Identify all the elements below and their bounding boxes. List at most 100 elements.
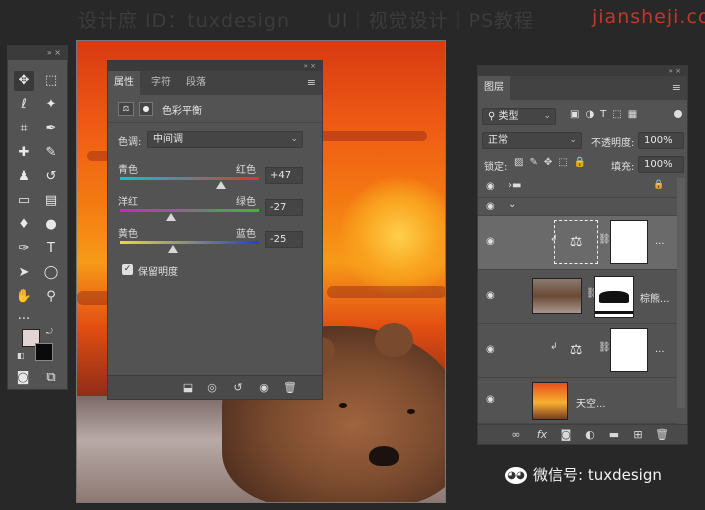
slider-magenta-label: 洋红 [118,197,138,208]
sky-thumbnail[interactable] [532,382,568,420]
layer-group-expanded-row[interactable]: ◉ ⌄ [478,198,677,216]
new-layer-icon[interactable]: ⊞ [630,427,646,443]
blend-mode-select[interactable]: 正常 ⌄ [482,132,582,149]
path-select-icon[interactable]: ➤ [14,263,34,283]
lock-icons[interactable]: ▨✎✥⬚🔒 [514,157,592,168]
magenta-green-thumb[interactable] [166,213,177,221]
visibility-eye-icon[interactable]: ◉ [486,201,495,212]
add-mask-icon[interactable]: ◙ [558,427,574,443]
tone-select[interactable]: 中间调 ⌄ [147,131,303,148]
type-tool-icon[interactable]: T [41,239,61,259]
hand-tool-icon[interactable]: ✋ [14,287,34,307]
visibility-eye-icon[interactable]: ◉ [486,236,495,247]
layer-name[interactable]: 天空... [576,395,606,410]
clip-to-layer-icon[interactable]: ⬓ [180,380,196,396]
background-color-swatch[interactable] [35,343,53,361]
brush-tool-icon[interactable]: ✎ [41,143,61,163]
layer-color-balance-2[interactable]: ◉ ↲ ⚖ ⛓ ... [478,324,677,378]
layer-style-icon[interactable]: fx [534,427,550,443]
visibility-eye-icon[interactable]: ◉ [486,344,495,355]
tab-layers[interactable]: 图层 [478,76,510,100]
cyan-red-track[interactable] [120,177,259,180]
eyedropper-icon[interactable]: ✒ [41,119,61,139]
swap-colors-icon[interactable]: ⤾ [46,327,53,337]
clone-stamp-icon[interactable]: ♟ [14,167,34,187]
fill-label: 填充: [611,162,635,173]
panel-menu-icon[interactable]: ≡ [672,81,681,94]
yellow-blue-track[interactable] [120,241,259,244]
filter-toggle-icon[interactable] [674,110,682,118]
layer-filter-select[interactable]: ⚲ 类型 ⌄ [482,108,556,125]
mask-icon[interactable] [139,102,153,116]
zoom-tool-icon[interactable]: ⚲ [41,287,61,307]
ellipse-tool-icon[interactable]: ◯ [41,263,61,283]
layer-bear[interactable]: ◉ ⛓ 棕熊... [478,270,677,324]
magenta-green-track[interactable] [120,209,259,212]
fill-field[interactable]: 100% [638,156,684,173]
new-group-icon[interactable]: ▬ [606,427,622,443]
layers-tabs: 图层 ≡ [478,76,687,100]
yellow-blue-thumb[interactable] [167,245,178,253]
panel-menu-icon[interactable]: ≡ [307,76,316,89]
tone-select-value: 中间调 [153,134,183,145]
dodge-tool-icon[interactable]: ● [41,215,61,235]
layer-color-balance-selected[interactable]: ◉ ↲ ⚖ ⛓ ... [478,216,677,270]
crop-tool-icon[interactable]: ⌗ [14,119,34,139]
layer-name[interactable]: ... [655,236,665,247]
tab-paragraph[interactable]: 段落 [180,71,212,95]
visibility-eye-icon[interactable]: ◉ [486,181,495,192]
visibility-eye-icon[interactable]: ◉ [256,380,272,396]
more-tools-icon[interactable]: ··· [14,310,34,330]
screen-mode-icon[interactable]: ⧉ [41,368,61,388]
quick-mask-icon[interactable]: ◙ [13,368,33,388]
move-tool-icon[interactable]: ✥ [14,71,34,91]
layer-filter-icons[interactable]: ▣◑T⬚▦ [570,109,643,120]
lasso-tool-icon[interactable]: ℓ [14,95,34,115]
history-brush-icon[interactable]: ↺ [41,167,61,187]
marquee-tool-icon[interactable]: ⬚ [41,71,61,91]
balance-scale-icon[interactable]: ⚖ [554,220,598,264]
gradient-tool-icon[interactable]: ▤ [41,191,61,211]
panel-collapse-icon[interactable]: » × [478,66,687,76]
new-adjustment-icon[interactable]: ◐ [582,427,598,443]
preserve-luminosity-checkbox[interactable]: ✓ [122,264,133,275]
wechat-watermark: ◕◕ 微信号: tuxdesign [505,464,662,485]
layer-sky[interactable]: ◉ 天空... [478,378,677,424]
magenta-green-value[interactable]: -27 [265,199,303,216]
layer-mask-thumbnail[interactable] [594,276,634,318]
lock-icon: 🔒 [653,180,665,190]
layer-mask-thumbnail[interactable] [610,220,648,264]
healing-brush-icon[interactable]: ✚ [14,143,34,163]
pen-tool-icon[interactable]: ✑ [14,239,34,259]
delete-icon[interactable]: 🗑 [282,380,298,396]
link-layers-icon[interactable]: ∞ [508,427,524,443]
visibility-eye-icon[interactable]: ◉ [486,394,495,405]
eraser-tool-icon[interactable]: ▭ [14,191,34,211]
toolbox-header[interactable]: » × [8,46,67,60]
bear-thumbnail[interactable] [532,278,582,314]
layer-name[interactable]: 棕熊... [640,290,670,305]
reset-icon[interactable]: ↺ [230,380,246,396]
balance-scale-icon[interactable]: ⚖ [564,338,588,362]
sun [339,176,445,296]
properties-footer: ⬓ ◎ ↺ ◉ 🗑 [108,375,322,399]
view-previous-icon[interactable]: ◎ [204,380,220,396]
chevron-down-icon[interactable]: ⌄ [508,199,516,210]
visibility-eye-icon[interactable]: ◉ [486,290,495,301]
opacity-field[interactable]: 100% [638,132,684,149]
layer-name[interactable]: ... [655,344,665,355]
layers-scrollbar[interactable] [677,178,685,408]
tab-character[interactable]: 字符 [145,71,177,95]
tab-properties[interactable]: 属性 [108,71,140,95]
layer-group-row[interactable]: ◉ ›▬ 🔒 [478,176,677,198]
panel-collapse-icon[interactable]: » × [108,61,322,71]
layer-mask-thumbnail[interactable] [610,328,648,372]
folder-icon[interactable]: ›▬ [508,180,521,191]
delete-layer-icon[interactable]: 🗑 [654,427,670,443]
default-colors-icon[interactable]: ◧ [17,351,25,360]
yellow-blue-value[interactable]: -25 [265,231,303,248]
blur-tool-icon[interactable]: ♦ [14,215,34,235]
magic-wand-icon[interactable]: ✦ [41,95,61,115]
cyan-red-value[interactable]: +47 [265,167,303,184]
cyan-red-thumb[interactable] [216,181,227,189]
